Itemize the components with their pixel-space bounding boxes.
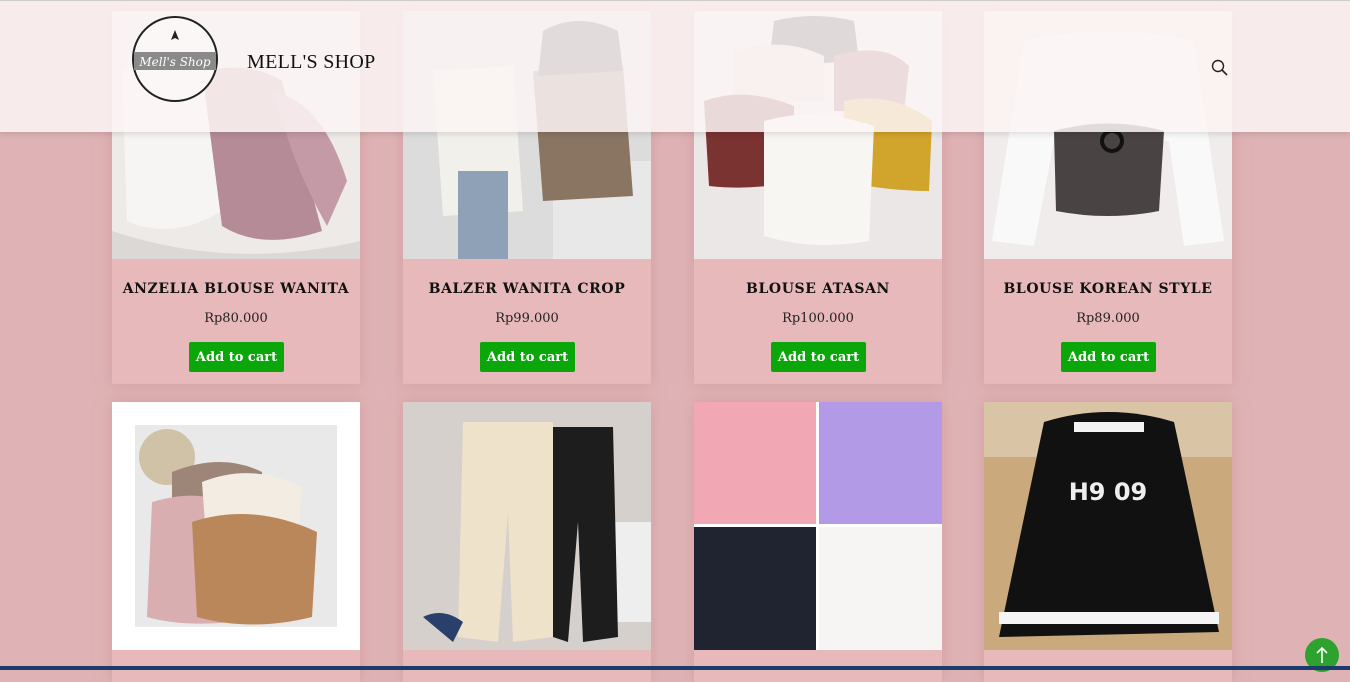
product-card[interactable] [112, 402, 360, 682]
add-to-cart-button[interactable]: Add to cart [771, 342, 866, 372]
product-name[interactable]: BLOUSE KOREAN STYLE [984, 281, 1232, 297]
product-image[interactable] [112, 402, 360, 650]
product-price: Rp89.000 [1076, 311, 1140, 326]
add-to-cart-button[interactable]: Add to cart [189, 342, 284, 372]
product-price: Rp99.000 [495, 311, 559, 326]
product-name[interactable]: ANZELIA BLOUSE WANITA [112, 281, 360, 297]
add-to-cart-button[interactable]: Add to cart [480, 342, 575, 372]
product-price: Rp80.000 [204, 311, 268, 326]
product-name[interactable]: BALZER WANITA CROP [403, 281, 651, 297]
shop-name[interactable]: MELL'S SHOP [247, 51, 376, 74]
product-card[interactable] [694, 402, 942, 682]
product-card[interactable]: H9 09 [984, 402, 1232, 682]
product-card[interactable] [403, 402, 651, 682]
add-to-cart-button[interactable]: Add to cart [1061, 342, 1156, 372]
logo-text: Mell's Shop [138, 55, 211, 69]
shop-logo[interactable]: Mell's Shop [128, 16, 222, 102]
product-image[interactable]: H9 09 [984, 402, 1232, 650]
search-icon[interactable] [1210, 58, 1230, 78]
product-price: Rp100.000 [782, 311, 854, 326]
hoodie-print: H9 09 [1069, 478, 1148, 506]
bottom-bar [0, 666, 1350, 670]
product-name[interactable]: BLOUSE ATASAN [694, 281, 942, 297]
product-image[interactable] [694, 402, 942, 650]
site-header: Mell's Shop MELL'S SHOP [0, 0, 1350, 132]
product-image[interactable] [403, 402, 651, 650]
